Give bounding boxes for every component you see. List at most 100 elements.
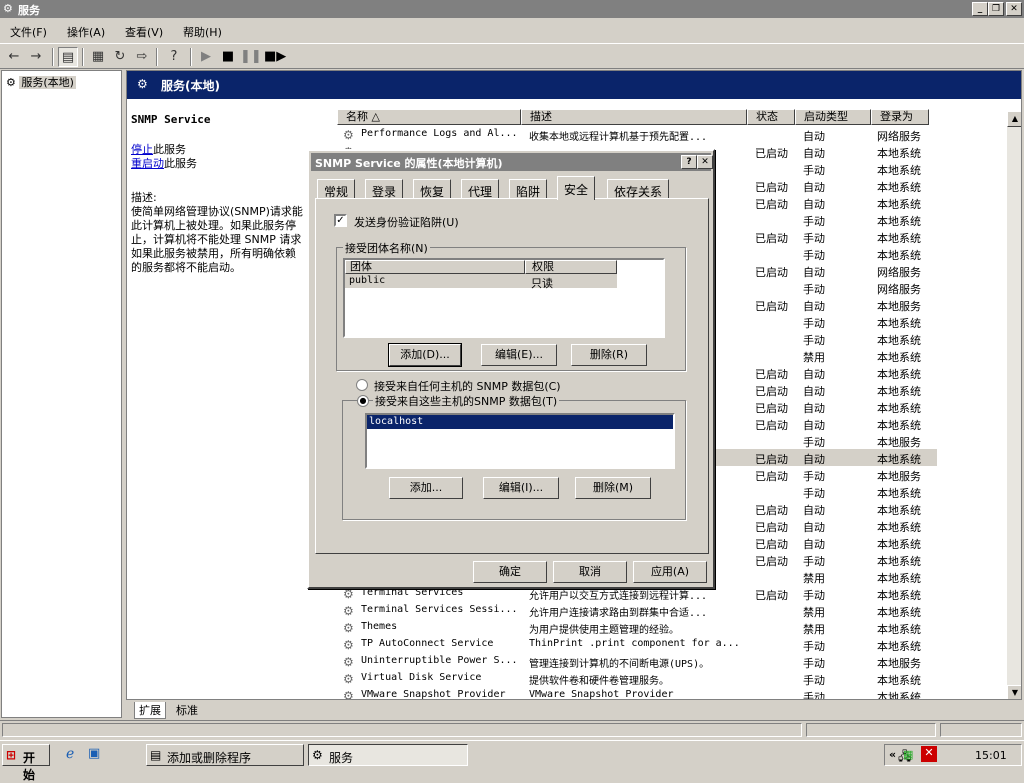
menu-file[interactable]: 文件(F) xyxy=(10,24,47,40)
scroll-up-icon[interactable]: ▲ xyxy=(1007,111,1021,127)
cell-startup: 自动 xyxy=(803,504,825,517)
tab-logon[interactable]: 登录 xyxy=(365,179,404,199)
restart-service-link[interactable]: 重启动 xyxy=(131,157,164,170)
column-header-logon-as[interactable]: 登录为 xyxy=(871,109,929,125)
cell-logon: 本地系统 xyxy=(877,317,921,330)
table-row[interactable]: ⚙ Uninterruptible Power S... 管理连接到计算机的不间断电… xyxy=(337,653,937,670)
minimize-button[interactable]: _ xyxy=(972,2,988,16)
vertical-scrollbar[interactable]: ▲ ▼ xyxy=(1007,111,1021,699)
column-header-description[interactable]: 描述 xyxy=(521,109,747,125)
cell-startup: 手动 xyxy=(803,470,825,483)
cell-logon: 本地系统 xyxy=(877,521,921,534)
accepted-hosts-group: ● 接受来自这些主机的SNMP 数据包(T) localhost 添加... 编… xyxy=(342,393,686,520)
tab-traps[interactable]: 陷阱 xyxy=(509,179,548,199)
table-row[interactable]: ⚙ Themes 为用户提供使用主题管理的经验。 禁用 本地系统 xyxy=(337,619,937,636)
edit-community-button[interactable]: 编辑(E)... xyxy=(481,344,557,366)
maximize-button[interactable]: ❐ xyxy=(988,2,1004,16)
service-gear-icon: ⚙ xyxy=(343,689,354,700)
tab-extended[interactable]: 扩展 xyxy=(134,702,166,719)
edit-host-button[interactable]: 编辑(I)... xyxy=(483,477,559,499)
export-list-icon[interactable]: ⇨ xyxy=(132,47,152,67)
tree-item-services-local[interactable]: ⚙ 服务(本地) xyxy=(6,74,76,90)
help-icon[interactable]: ? xyxy=(164,47,184,67)
restart-service-icon[interactable]: ■▶ xyxy=(264,47,286,67)
tab-dependencies[interactable]: 依存关系 xyxy=(607,179,670,199)
cell-logon: 本地服务 xyxy=(877,436,921,449)
show-hide-tree-icon[interactable]: ▤ xyxy=(58,47,78,67)
column-header-name[interactable]: 名称 △ xyxy=(337,109,521,125)
menu-view[interactable]: 查看(V) xyxy=(125,24,163,40)
table-row[interactable]: ⚙ VMware Snapshot Provider VMware Snapshot… xyxy=(337,687,937,700)
column-header-community[interactable]: 团体 xyxy=(345,260,525,274)
add-host-button[interactable]: 添加... xyxy=(389,477,463,499)
column-header-status[interactable]: 状态 xyxy=(747,109,795,125)
hosts-list[interactable]: localhost xyxy=(365,413,675,469)
properties-icon[interactable]: ▦ xyxy=(88,47,108,67)
cell-startup: 手动 xyxy=(803,283,825,296)
cell-desc: ThinPrint .print component for a... xyxy=(529,638,740,649)
taskbar: ⊞ 开始 ℯ ▣ ▤ 添加或删除程序 ⚙ 服务 🖧 « ▦ ✕ 15:01 xyxy=(0,740,1024,782)
host-row[interactable]: localhost xyxy=(367,415,673,429)
cell-logon: 本地系统 xyxy=(877,589,921,602)
start-service-icon[interactable]: ▶ xyxy=(196,47,216,67)
window-titlebar[interactable]: ⚙ 服务 _ ❐ ✕ xyxy=(0,0,1024,18)
scroll-down-icon[interactable]: ▼ xyxy=(1007,685,1021,699)
table-row[interactable]: ⚙ Terminal Services Sessi... 允许用户连接请求路由到群集… xyxy=(337,602,937,619)
cell-logon: 本地系统 xyxy=(877,368,921,381)
accept-these-hosts-label: 接受来自这些主机的SNMP 数据包(T) xyxy=(373,393,560,409)
cell-status: 已启动 xyxy=(755,198,788,211)
ok-button[interactable]: 确定 xyxy=(473,561,547,583)
tab-general[interactable]: 常规 xyxy=(317,179,356,199)
back-icon[interactable]: ← xyxy=(4,47,24,67)
remove-community-button[interactable]: 删除(R) xyxy=(571,344,647,366)
accept-these-hosts-radio[interactable]: ● xyxy=(357,395,369,407)
start-button[interactable]: ⊞ 开始 xyxy=(2,744,50,782)
vmware-tools-icon[interactable]: ▦ xyxy=(903,748,913,761)
security-alert-icon[interactable]: ✕ xyxy=(921,746,937,762)
stop-service-link[interactable]: 停止 xyxy=(131,143,153,156)
close-button[interactable]: ✕ xyxy=(1006,2,1022,16)
column-header-rights[interactable]: 权限 xyxy=(525,260,617,274)
menu-help[interactable]: 帮助(H) xyxy=(183,24,222,40)
forward-icon[interactable]: → xyxy=(26,47,46,67)
refresh-icon[interactable]: ↻ xyxy=(110,47,130,67)
cell-logon: 网络服务 xyxy=(877,266,921,279)
table-row[interactable]: ⚙ Performance Logs and Al... 收集本地或远程计算机基于预… xyxy=(337,126,937,143)
internet-explorer-icon[interactable]: ℯ xyxy=(66,746,74,762)
tab-agent[interactable]: 代理 xyxy=(461,179,500,199)
tab-standard[interactable]: 标准 xyxy=(172,702,202,718)
menu-action[interactable]: 操作(A) xyxy=(67,24,105,40)
community-row[interactable]: public 只读 xyxy=(345,274,617,290)
accept-any-host-radio[interactable] xyxy=(356,379,368,391)
taskbar-item-services[interactable]: ⚙ 服务 xyxy=(308,744,468,766)
add-community-button[interactable]: 添加(D)... xyxy=(388,343,462,367)
service-description-panel: SNMP Service 停止此服务 重启动此服务 描述: 使简单网络管理协议(… xyxy=(131,113,331,275)
cell-startup: 禁用 xyxy=(803,351,825,364)
communities-list[interactable]: 团体 权限 public 只读 xyxy=(343,258,665,338)
cell-status: 已启动 xyxy=(755,538,788,551)
tab-security[interactable]: 安全 xyxy=(557,176,596,200)
pause-service-icon[interactable]: ❚❚ xyxy=(240,47,262,67)
dialog-help-button[interactable]: ? xyxy=(681,155,697,169)
cell-startup: 手动 xyxy=(803,640,825,653)
cell-desc: 允许用户以交互方式连接到远程计算... xyxy=(529,591,708,602)
apply-button[interactable]: 应用(A) xyxy=(633,561,707,583)
column-header-startup-type[interactable]: 启动类型 xyxy=(795,109,871,125)
toolbar: ← → ▤ ▦ ↻ ⇨ ? ▶ ■ ❚❚ ■▶ xyxy=(0,43,1024,69)
stop-service-icon[interactable]: ■ xyxy=(218,47,238,67)
send-auth-trap-checkbox[interactable]: ✓ xyxy=(334,214,347,227)
cell-logon: 本地系统 xyxy=(877,453,921,466)
cell-startup: 自动 xyxy=(803,147,825,160)
table-row[interactable]: ⚙ TP AutoConnect Service ThinPrint .print … xyxy=(337,636,937,653)
dialog-close-button[interactable]: ✕ xyxy=(697,155,713,169)
show-desktop-icon[interactable]: ▣ xyxy=(88,746,100,761)
table-row[interactable]: ⚙ Virtual Disk Service 提供软件卷和硬件卷管理服务。 手动 本地系… xyxy=(337,670,937,687)
tab-recovery[interactable]: 恢复 xyxy=(413,179,452,199)
taskbar-item-add-remove-programs[interactable]: ▤ 添加或删除程序 xyxy=(146,744,304,766)
tray-expand-icon[interactable]: « xyxy=(889,748,896,761)
cancel-button[interactable]: 取消 xyxy=(553,561,627,583)
service-gear-icon: ⚙ xyxy=(343,587,354,601)
cell-desc: 管理连接到计算机的不间断电源(UPS)。 xyxy=(529,659,710,670)
remove-host-button[interactable]: 删除(M) xyxy=(575,477,651,499)
dialog-titlebar[interactable]: SNMP Service 的属性(本地计算机) ? ✕ xyxy=(311,153,713,171)
